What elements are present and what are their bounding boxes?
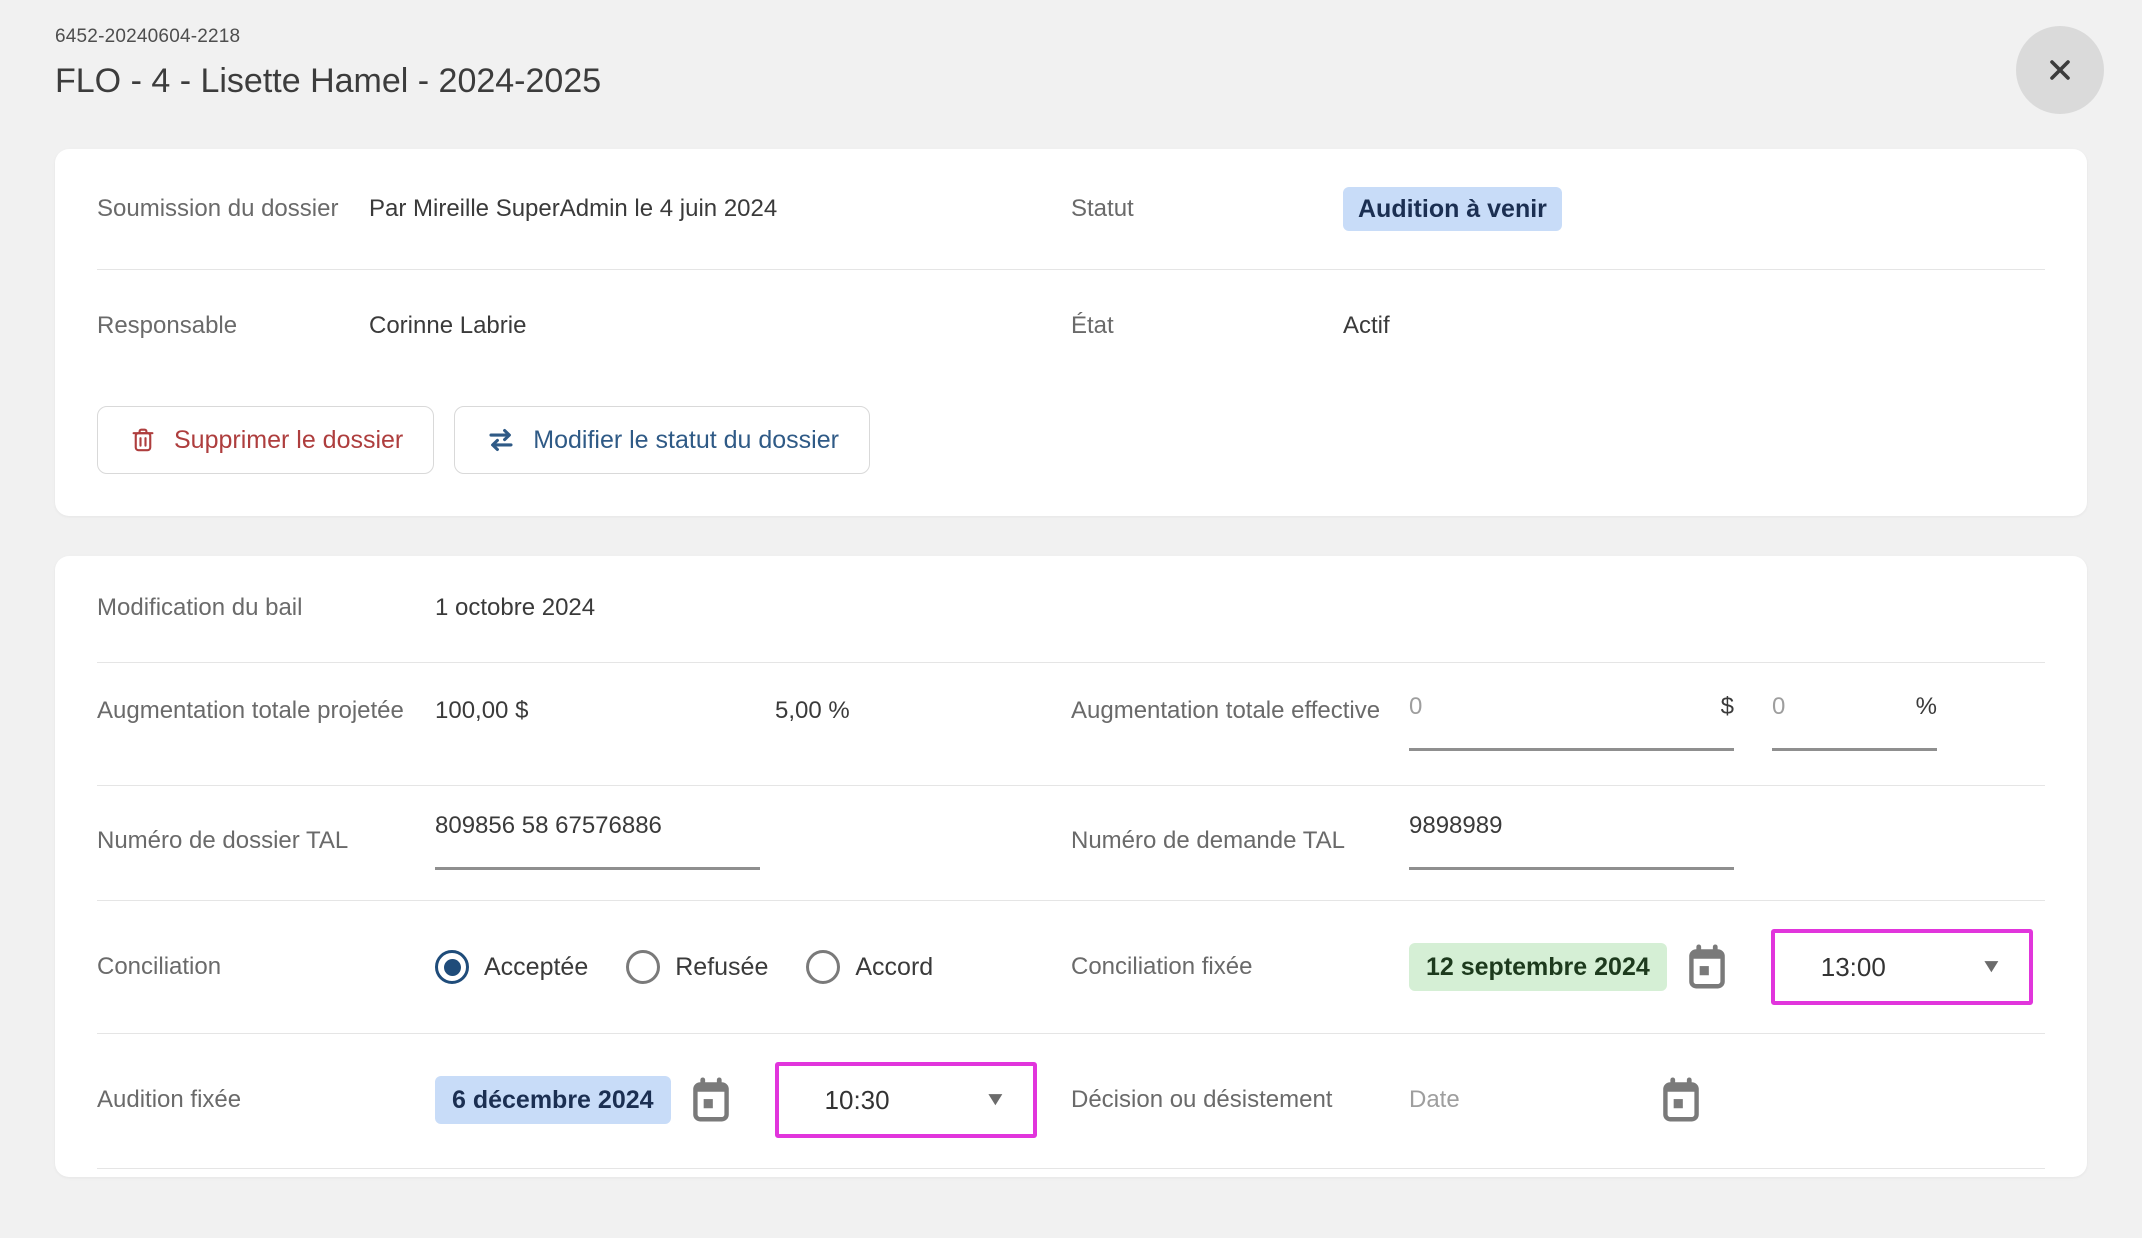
chevron-down-icon: ▼: [1980, 956, 2004, 978]
tal-file-number-label: Numéro de dossier TAL: [97, 823, 435, 859]
change-status-button[interactable]: Modifier le statut du dossier: [454, 406, 870, 474]
calendar-icon[interactable]: [1659, 1075, 1703, 1125]
conciliation-radio-group: Acceptée Refusée Accord: [435, 950, 933, 984]
submission-status-row: Soumission du dossier Par Mireille Super…: [97, 149, 2045, 270]
state-value: Actif: [1343, 308, 1390, 344]
details-card: Modification du bail 1 octobre 2024 Augm…: [55, 556, 2087, 1177]
summary-actions: Supprimer le dossier Modifier le statut …: [97, 382, 2045, 516]
conciliation-label: Conciliation: [97, 949, 435, 985]
case-number: 6452-20240604-2218: [55, 26, 2087, 48]
radio-label: Accord: [855, 953, 933, 982]
radio-label: Refusée: [675, 953, 768, 982]
conciliation-time-value: 13:00: [1821, 952, 1886, 983]
radio-unchecked-icon: [626, 950, 660, 984]
audition-time-select[interactable]: 10:30 ▼: [775, 1062, 1037, 1138]
projected-increase-percent: 5,00 %: [775, 693, 850, 729]
conciliation-time-select[interactable]: 13:00 ▼: [1771, 929, 2033, 1005]
effective-percent-field-wrap: %: [1772, 693, 1937, 751]
audition-time-value: 10:30: [825, 1085, 890, 1116]
summary-card: Soumission du dossier Par Mireille Super…: [55, 149, 2087, 516]
effective-amount-input[interactable]: [1409, 693, 1713, 721]
state-label: État: [1071, 308, 1343, 344]
swap-arrows-icon: [485, 424, 517, 456]
radio-label: Acceptée: [484, 953, 588, 982]
trash-icon: [128, 425, 158, 455]
responsible-label: Responsable: [97, 308, 369, 344]
conciliation-date-value[interactable]: 12 septembre 2024: [1409, 943, 1667, 991]
tal-file-number-field-wrap: [435, 812, 760, 870]
percent-suffix: %: [1908, 693, 1937, 721]
close-button[interactable]: [2016, 26, 2104, 114]
case-detail-page: 6452-20240604-2218 FLO - 4 - Lisette Ham…: [0, 0, 2142, 1238]
effective-increase-label: Augmentation totale effective: [1071, 693, 1409, 729]
tal-request-number-field-wrap: [1409, 812, 1734, 870]
page-title: FLO - 4 - Lisette Hamel - 2024-2025: [55, 62, 2087, 101]
conciliation-date-label: Conciliation fixée: [1071, 949, 1409, 985]
delete-case-button[interactable]: Supprimer le dossier: [97, 406, 434, 474]
calendar-icon[interactable]: [1685, 942, 1729, 992]
tal-request-number-input[interactable]: [1409, 812, 1734, 840]
chevron-down-icon: ▼: [983, 1089, 1007, 1111]
responsible-state-row: Responsable Corinne Labrie État Actif: [97, 270, 2045, 382]
tal-numbers-row: Numéro de dossier TAL Numéro de demande …: [97, 786, 2045, 901]
delete-case-label: Supprimer le dossier: [174, 426, 403, 455]
projected-increase-label: Augmentation totale projetée: [97, 693, 435, 729]
radio-unchecked-icon: [806, 950, 840, 984]
close-icon: [2042, 52, 2078, 88]
tal-request-number-label: Numéro de demande TAL: [1071, 823, 1409, 859]
lease-modification-row: Modification du bail 1 octobre 2024: [97, 556, 2045, 663]
conciliation-date-field: 12 septembre 2024 13:00 ▼: [1409, 929, 2033, 1005]
lease-modification-value: 1 octobre 2024: [435, 590, 595, 626]
submission-label: Soumission du dossier: [97, 191, 369, 227]
radio-option-accord[interactable]: Accord: [806, 950, 933, 984]
audition-date-value[interactable]: 6 décembre 2024: [435, 1076, 671, 1124]
lease-modification-label: Modification du bail: [97, 590, 435, 626]
decision-date-field: Date: [1409, 1075, 1703, 1125]
audition-date-label: Audition fixée: [97, 1082, 435, 1118]
radio-option-refusee[interactable]: Refusée: [626, 950, 768, 984]
dollar-suffix: $: [1713, 693, 1734, 721]
effective-percent-input[interactable]: [1772, 693, 1908, 721]
increase-row: Augmentation totale projetée 100,00 $ 5,…: [97, 663, 2045, 786]
status-label: Statut: [1071, 191, 1343, 227]
audition-date-field: 6 décembre 2024 10:30 ▼: [435, 1062, 1037, 1138]
projected-increase-amount: 100,00 $: [435, 693, 775, 729]
radio-option-acceptee[interactable]: Acceptée: [435, 950, 588, 984]
conciliation-row: Conciliation Acceptée Refusée Accord: [97, 901, 2045, 1034]
tal-file-number-input[interactable]: [435, 812, 760, 840]
submission-value: Par Mireille SuperAdmin le 4 juin 2024: [369, 191, 777, 227]
calendar-icon[interactable]: [689, 1075, 733, 1125]
effective-amount-field-wrap: $: [1409, 693, 1734, 751]
change-status-label: Modifier le statut du dossier: [533, 426, 839, 455]
responsible-value: Corinne Labrie: [369, 308, 526, 344]
page-header: 6452-20240604-2218 FLO - 4 - Lisette Ham…: [0, 0, 2142, 101]
status-badge: Audition à venir: [1343, 187, 1562, 231]
decision-label: Décision ou désistement: [1071, 1082, 1409, 1118]
audition-decision-row: Audition fixée 6 décembre 2024 10:30 ▼: [97, 1034, 2045, 1169]
radio-checked-icon: [435, 950, 469, 984]
decision-date-placeholder[interactable]: Date: [1409, 1086, 1641, 1114]
